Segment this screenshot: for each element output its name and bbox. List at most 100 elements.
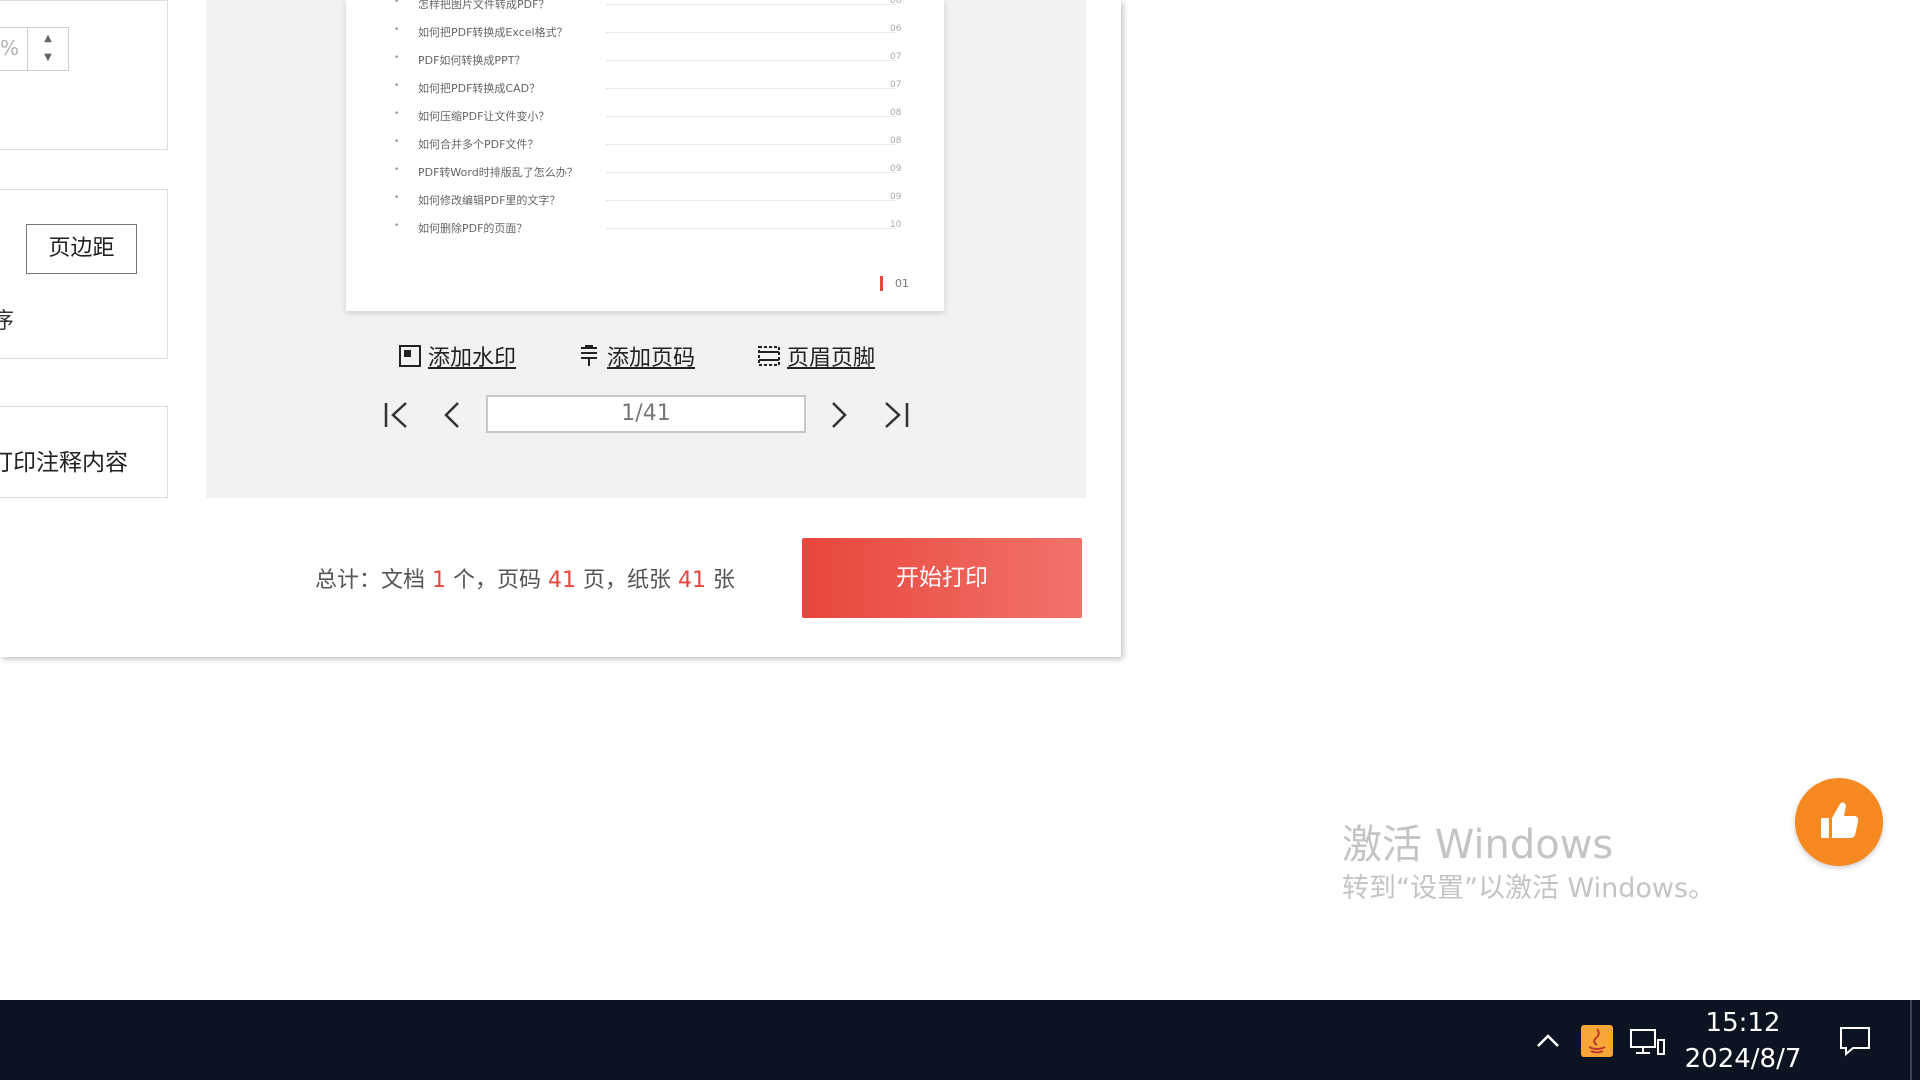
chevron-right-icon — [832, 402, 847, 428]
toc-item-text: PDF转Word时排版乱了怎么办？ — [418, 166, 578, 179]
order-label: 序 — [0, 309, 15, 334]
toc-bullet: • — [394, 221, 400, 231]
last-page-icon — [885, 402, 909, 428]
margin-button[interactable]: 页边距 — [26, 224, 137, 274]
clock-date[interactable]: 2024/8/7 — [1684, 1044, 1802, 1074]
scale-setting-panel — [0, 0, 168, 150]
summary-sheets-unit: 张 — [713, 568, 736, 593]
toc-item-page: 10 — [890, 220, 902, 230]
first-page-button[interactable] — [376, 395, 416, 435]
activate-windows-subtitle: 转到“设置”以激活 Windows。 — [1342, 873, 1716, 904]
add-page-number-button[interactable]: 添加页码 — [577, 340, 695, 372]
toc-item: • 如何压缩PDF让文件变小？ 08 — [346, 106, 944, 126]
header-footer-button[interactable]: 页眉页脚 — [757, 340, 875, 372]
toc-item-page: 08 — [890, 136, 902, 146]
toc-item-text: 怎样把图片文件转成PDF？ — [418, 0, 550, 11]
toc-leader-dots — [606, 4, 896, 5]
network-icon — [1630, 1029, 1665, 1055]
chevron-left-icon — [444, 402, 459, 428]
show-desktop-button[interactable] — [1910, 1000, 1912, 1080]
toc-item-page: 09 — [890, 164, 902, 174]
toc-item-text: 如何把PDF转换成Excel格式？ — [418, 26, 568, 39]
toc-bullet: • — [394, 25, 400, 35]
toc-leader-dots — [606, 116, 896, 117]
toc-bullet: • — [394, 53, 400, 63]
toc-item: • 如何合并多个PDF文件？ 08 — [346, 134, 944, 154]
toc-bullet: • — [394, 137, 400, 147]
start-print-button[interactable]: 开始打印 — [802, 538, 1082, 618]
summary-prefix: 总计：文档 — [315, 568, 426, 593]
tray-app-icon[interactable] — [1581, 1025, 1613, 1057]
toc-item-text: PDF如何转换成PPT？ — [418, 54, 526, 67]
toc-item: • PDF转Word时排版乱了怎么办？ 09 — [346, 162, 944, 182]
previous-page-button[interactable] — [432, 395, 472, 435]
notification-icon — [1840, 1027, 1870, 1057]
toc-leader-dots — [606, 32, 896, 33]
toc-bullet: • — [394, 165, 400, 175]
toc-item-page: 06 — [890, 0, 902, 6]
toc-item: • 如何把PDF转换成Excel格式？ 06 — [346, 22, 944, 42]
preview-page: • 怎样把图片文件转成PDF？ 06 • 如何把PDF转换成Excel格式？ 06 • PDF… — [346, 0, 944, 311]
page-indicator-input[interactable]: 1/41 — [486, 395, 806, 433]
network-status-button[interactable] — [1628, 1026, 1668, 1058]
margin-setting-panel — [0, 189, 168, 359]
toc-leader-dots — [606, 200, 896, 201]
toc-item: • 如何删除PDF的页面？ 10 — [346, 218, 944, 238]
print-summary: 总计：文档 1 个，页码 41 页，纸张 41 张 — [315, 562, 735, 594]
header-footer-icon — [758, 346, 780, 366]
summary-pages-unit: 页，纸张 — [583, 568, 672, 593]
page-footer-marker — [880, 276, 883, 291]
toc-item: • PDF如何转换成PPT？ 07 — [346, 50, 944, 70]
first-page-icon — [384, 402, 407, 428]
thumbs-up-icon — [1821, 802, 1859, 838]
toc-item-text: 如何合并多个PDF文件？ — [418, 138, 539, 151]
toc-item-page: 07 — [890, 80, 902, 90]
print-annotations-label[interactable]: 打印注释内容 — [0, 443, 128, 477]
add-watermark-button[interactable]: 添加水印 — [398, 340, 516, 372]
chevron-up-icon — [1537, 1034, 1559, 1047]
add-watermark-label: 添加水印 — [428, 346, 517, 371]
toc-item-page: 06 — [890, 24, 902, 34]
page-number-icon — [581, 345, 597, 366]
spinner-up-icon[interactable]: ▲ — [38, 32, 58, 46]
page-footer-number: 01 — [895, 277, 909, 290]
spinner-divider — [27, 28, 28, 70]
next-page-button[interactable] — [819, 395, 859, 435]
toc-leader-dots — [606, 88, 896, 89]
summary-pages-count: 41 — [548, 568, 577, 593]
show-hidden-icons-button[interactable] — [1532, 1028, 1564, 1054]
toc-item-page: 07 — [890, 52, 902, 62]
toc-bullet: • — [394, 81, 400, 91]
toc-leader-dots — [606, 144, 896, 145]
toc-bullet: • — [394, 193, 400, 203]
watermark-icon — [399, 345, 421, 367]
spinner-down-icon[interactable]: ▼ — [38, 51, 58, 65]
activate-windows-title: 激活 Windows — [1342, 822, 1614, 868]
action-center-button[interactable] — [1837, 1024, 1873, 1058]
toc-item-text: 如何压缩PDF让文件变小？ — [418, 110, 550, 123]
scale-spinner-value: % — [0, 36, 20, 60]
summary-docs-count: 1 — [432, 568, 447, 593]
toc-item-page: 08 — [890, 108, 902, 118]
like-button[interactable] — [1795, 778, 1883, 866]
toc-item-page: 09 — [890, 192, 902, 202]
toc-bullet: • — [394, 0, 400, 7]
toc-leader-dots — [606, 172, 896, 173]
toc-item: • 怎样把图片文件转成PDF？ 06 — [346, 0, 944, 14]
toc-item-text: 如何修改编辑PDF里的文字？ — [418, 194, 561, 207]
toc-bullet: • — [394, 109, 400, 119]
add-page-number-label: 添加页码 — [607, 346, 696, 371]
toc-item: • 如何把PDF转换成CAD？ 07 — [346, 78, 944, 98]
summary-sheets-count: 41 — [678, 568, 707, 593]
toc-item: • 如何修改编辑PDF里的文字？ 09 — [346, 190, 944, 210]
toc-leader-dots — [606, 228, 896, 229]
header-footer-label: 页眉页脚 — [787, 346, 876, 371]
toc-item-text: 如何删除PDF的页面？ — [418, 222, 528, 235]
clock-time[interactable]: 15:12 — [1700, 1008, 1786, 1038]
toc-leader-dots — [606, 60, 896, 61]
scale-spinner[interactable]: % ▲ ▼ — [0, 27, 69, 71]
print-dialog: % ▲ ▼ 页边距 序 打印注释内容 • 怎样把图片文件转成PDF？ 06 • 如何把P… — [0, 0, 1121, 657]
last-page-button[interactable] — [876, 395, 916, 435]
toc-item-text: 如何把PDF转换成CAD？ — [418, 82, 541, 95]
summary-docs-unit: 个，页码 — [453, 568, 542, 593]
